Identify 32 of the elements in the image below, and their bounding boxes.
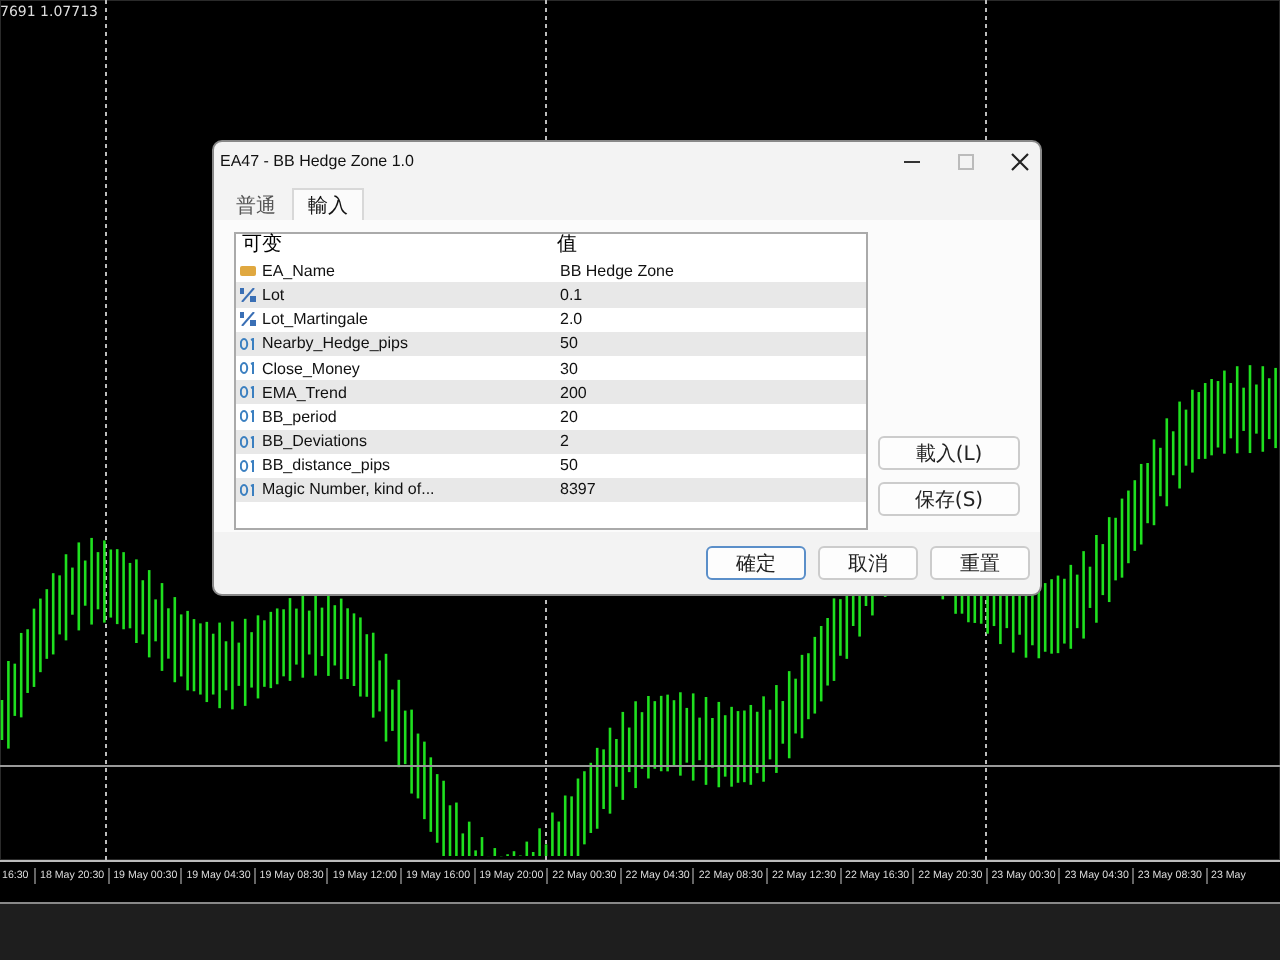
maximize-icon [956,151,976,171]
parameter-value[interactable]: 20 [554,407,578,426]
dialog-button[interactable]: 重置 [930,546,1030,580]
parameter-name[interactable]: EA_Name [262,261,335,280]
parameter-name[interactable]: Lot_Martingale [262,310,368,329]
parameter-name[interactable]: Close_Money [262,359,360,378]
parameter-name[interactable]: Lot [262,285,285,304]
column-header[interactable]: 可变 [236,234,551,259]
side-button[interactable]: 保存(S) [878,482,1020,516]
side-button[interactable]: 載入(L) [878,436,1020,470]
tab[interactable]: 輸入 [292,188,364,220]
parameter-name[interactable]: BB_Deviations [262,432,367,451]
dialog-button[interactable]: 確定 [706,546,806,580]
parameter-value[interactable]: 30 [554,359,578,378]
parameter-name[interactable]: BB_distance_pips [262,456,391,475]
close-icon[interactable] [1010,151,1030,171]
parameter-value[interactable]: BB Hedge Zone [554,261,674,280]
parameter-value[interactable]: 0.1 [554,285,583,304]
tab[interactable]: 普通 [220,188,292,220]
parameter-name[interactable]: BB_period [262,407,337,426]
parameter-name[interactable]: EMA_Trend [262,383,347,402]
parameter-value[interactable]: 2.0 [554,310,583,329]
column-header[interactable]: 值 [551,234,866,259]
parameter-name[interactable]: Magic Number, kind of... [262,480,435,499]
window-title: EA47 - BB Hedge Zone 1.0 [220,152,414,170]
parameter-name[interactable]: Nearby_Hedge_pips [262,334,408,353]
parameter-value[interactable]: 8397 [554,480,596,499]
parameter-value[interactable]: 50 [554,456,578,475]
dialog-button[interactable]: 取消 [818,546,918,580]
parameter-value[interactable]: 50 [554,334,578,353]
parameter-value[interactable]: 2 [554,432,569,451]
parameter-value[interactable]: 200 [554,383,587,402]
